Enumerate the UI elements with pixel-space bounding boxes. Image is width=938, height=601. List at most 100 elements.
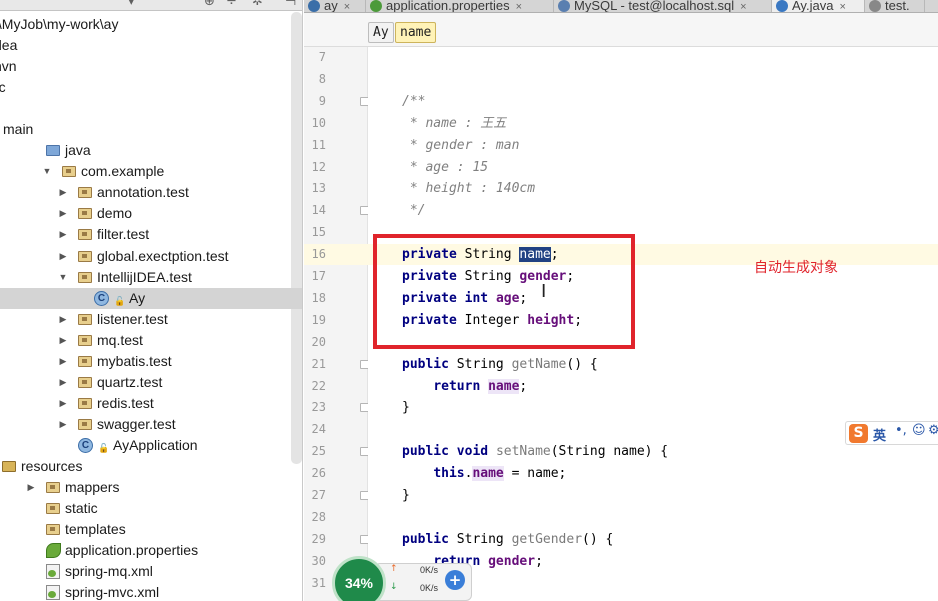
package-icon [78, 355, 92, 367]
collapse-arrow-icon[interactable]: ▶ [58, 393, 68, 414]
code-line: } [402, 397, 410, 418]
package-icon [78, 187, 92, 199]
code-token: public [402, 356, 449, 372]
tree-item[interactable]: ▶ swagger.test [0, 414, 302, 435]
package-icon [78, 376, 92, 388]
collapse-arrow-icon[interactable]: ▶ [58, 372, 68, 393]
collapse-arrow-icon[interactable]: ▶ [26, 477, 36, 498]
project-tool-window: ▾ ⊕ ÷ ✲ ⊣ :\MyJob\my-work\ay dea nvn rc main… [0, 0, 303, 601]
collapse-arrow-icon[interactable]: ▶ [58, 203, 68, 224]
expand-arrow-icon[interactable]: ▼ [58, 267, 68, 288]
tab-label: Ay.java [792, 0, 834, 13]
editor-tab[interactable]: test. [865, 0, 925, 12]
tree-item[interactable]: ▶ mq.test [0, 330, 302, 351]
tree-item-label: :\MyJob\my-work\ay [0, 16, 119, 32]
ime-punctuation-icon[interactable]: •, [895, 423, 907, 438]
ime-emoji-icon[interactable]: ☺ [912, 423, 926, 438]
plus-icon[interactable]: + [445, 570, 465, 590]
tree-item[interactable]: main [0, 119, 302, 140]
tree-item[interactable]: spring-mvc.xml [0, 582, 302, 601]
gear-icon[interactable]: ⊕ [204, 0, 215, 9]
net-usage-badge[interactable]: 34% [332, 556, 386, 601]
tree-item[interactable]: spring-mq.xml [0, 561, 302, 582]
tree-item[interactable]: C 🔓 AyApplication [0, 435, 302, 456]
tree-item[interactable]: static [0, 498, 302, 519]
tree-item[interactable]: ▼ com.example [0, 161, 302, 182]
tree-item-label: nvn [0, 58, 17, 75]
tree-item[interactable]: dea [0, 35, 302, 56]
code-token: } [402, 400, 410, 416]
close-icon[interactable]: × [740, 1, 746, 13]
navigation-bar: Ay name [304, 13, 938, 47]
tree-item[interactable]: ▶ redis.test [0, 393, 302, 414]
code-token: gender [488, 553, 536, 569]
settings-icon[interactable]: ÷ [226, 0, 237, 9]
tree-item-label: resources [21, 457, 83, 474]
tree-item[interactable]: ▼ IntellijIDEA.test [0, 267, 302, 288]
editor-tab[interactable]: ay × [304, 0, 366, 13]
ime-logo-icon[interactable]: S [849, 424, 868, 443]
expand-arrow-icon[interactable]: ▼ [42, 161, 52, 182]
ime-toolbar[interactable]: S 英 •, ☺ ⚙ [845, 421, 938, 445]
tree-item[interactable]: ▶ annotation.test [0, 182, 302, 203]
file-type-icon [558, 0, 570, 12]
xml-file-icon [46, 585, 60, 601]
tree-item-label: demo [97, 205, 133, 222]
tree-item-label: listener.test [97, 310, 168, 327]
tree-item[interactable]: java [0, 140, 302, 161]
line-number: 23 [311, 400, 326, 415]
code-token: public [402, 444, 449, 460]
code-line: return name; [402, 376, 527, 397]
collapse-arrow-icon[interactable]: ▶ [58, 224, 68, 245]
code-token: () { [582, 531, 614, 547]
close-icon[interactable]: × [516, 1, 522, 13]
tree-item-label: IntellijIDEA.test [97, 268, 192, 285]
tree-item[interactable]: resources [0, 456, 302, 477]
code-token: */ [402, 203, 426, 219]
code-line: /** [402, 91, 425, 112]
tree-item[interactable] [0, 98, 302, 119]
close-icon[interactable]: × [839, 1, 845, 13]
close-icon[interactable]: × [344, 1, 350, 13]
collapse-arrow-icon[interactable]: ▶ [58, 351, 68, 372]
line-number: 30 [311, 553, 326, 568]
hide-icon[interactable]: ⊣ [285, 0, 296, 9]
tree-item[interactable]: ▶ listener.test [0, 309, 302, 330]
tree-item[interactable]: C 🔓 Ay [0, 287, 302, 309]
annotation-highlight-box [373, 234, 635, 349]
tree-item[interactable]: ▶ mappers [0, 477, 302, 498]
tree-item[interactable]: :\MyJob\my-work\ay [0, 14, 302, 35]
editor-tab[interactable]: Ay.java × [772, 0, 865, 13]
collapse-arrow-icon[interactable]: ▶ [58, 309, 68, 330]
tree-item[interactable]: application.properties [0, 540, 302, 561]
tree-item[interactable]: ▶ mybatis.test [0, 351, 302, 372]
ime-more-icon[interactable]: ⚙ [928, 423, 938, 438]
code-token: * age : 15 [402, 159, 489, 175]
collapse-arrow-icon[interactable]: ▶ [58, 182, 68, 203]
tree-item-label: global.exectption.test [97, 247, 229, 264]
tree-item[interactable]: ▶ global.exectption.test [0, 246, 302, 267]
collapse-arrow-icon[interactable]: ▶ [58, 330, 68, 351]
tree-item[interactable]: nvn [0, 56, 302, 77]
code-token: * height : 140cm [402, 181, 536, 197]
package-icon [78, 334, 92, 346]
line-number: 17 [311, 269, 326, 283]
project-panel-toolbar: ▾ ⊕ ÷ ✲ ⊣ [0, 0, 302, 11]
editor-tab[interactable]: application.properties × [366, 0, 554, 13]
collapse-arrow-icon[interactable]: ▶ [58, 414, 68, 435]
ime-language-toggle[interactable]: 英 [873, 425, 886, 444]
tree-item[interactable]: ▶ demo [0, 203, 302, 224]
package-icon [62, 166, 76, 178]
breadcrumb-field[interactable]: name [395, 22, 437, 43]
tree-item[interactable]: templates [0, 519, 302, 540]
tree-item[interactable]: rc [0, 77, 302, 98]
network-speed-widget[interactable]: 34% ↑ ↓ 0K/s 0K/s + [332, 556, 474, 601]
tree-item[interactable]: ▶ filter.test [0, 224, 302, 245]
breadcrumb-class[interactable]: Ay [368, 22, 394, 43]
gear-settings-icon[interactable]: ✲ [252, 0, 263, 9]
tree-item[interactable]: ▶ quartz.test [0, 372, 302, 393]
collapse-icon[interactable]: ▾ [128, 0, 135, 9]
editor-tab[interactable]: MySQL - test@localhost.sql × [554, 0, 772, 13]
collapse-arrow-icon[interactable]: ▶ [58, 246, 68, 267]
